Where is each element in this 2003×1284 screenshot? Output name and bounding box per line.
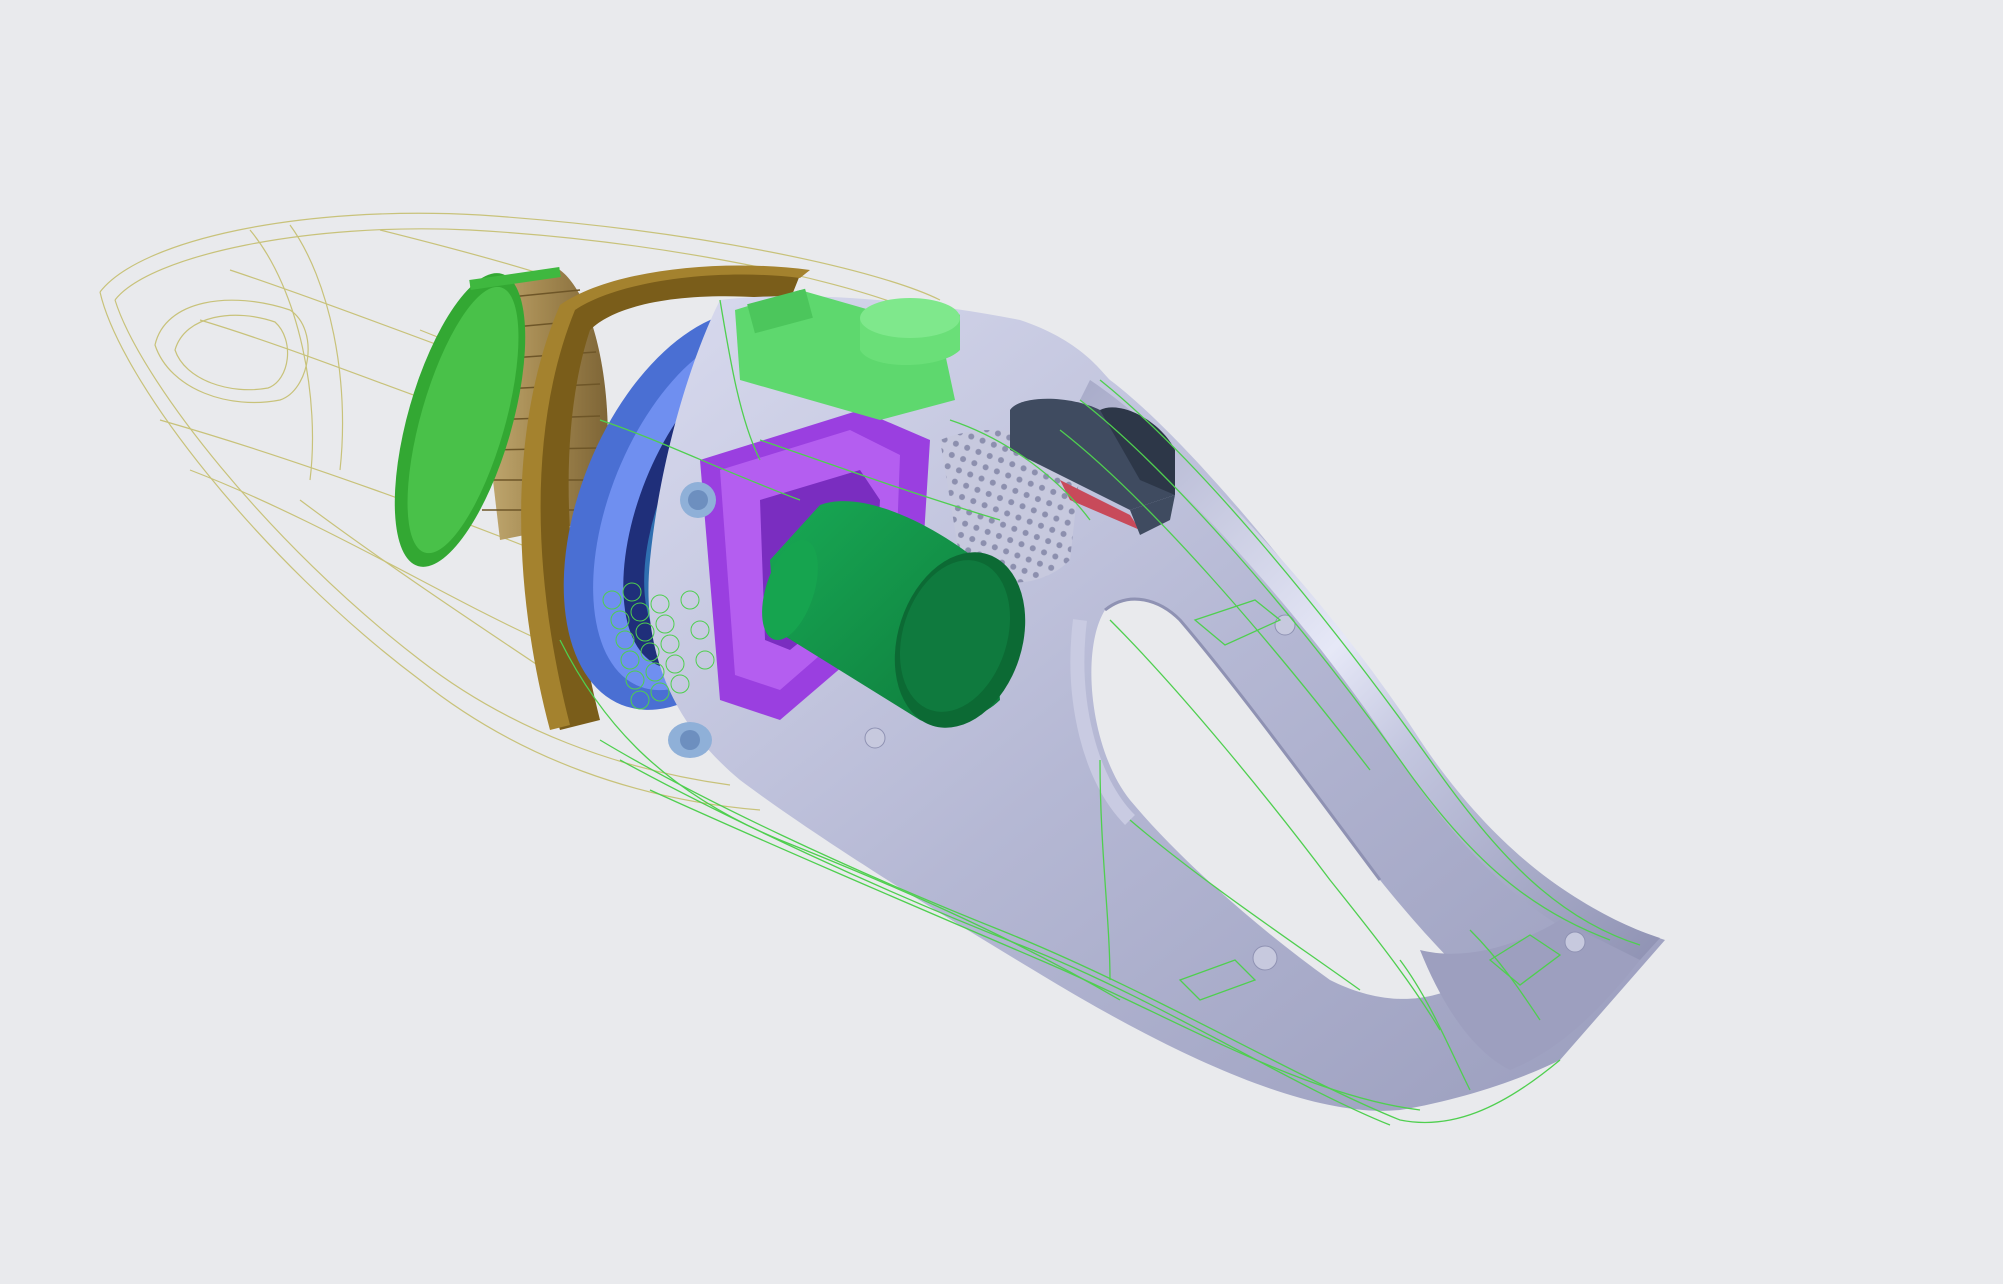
model-canvas[interactable]: [0, 0, 2003, 1284]
cad-viewport[interactable]: [0, 0, 2003, 1284]
handle-housing[interactable]: [648, 296, 1665, 1111]
